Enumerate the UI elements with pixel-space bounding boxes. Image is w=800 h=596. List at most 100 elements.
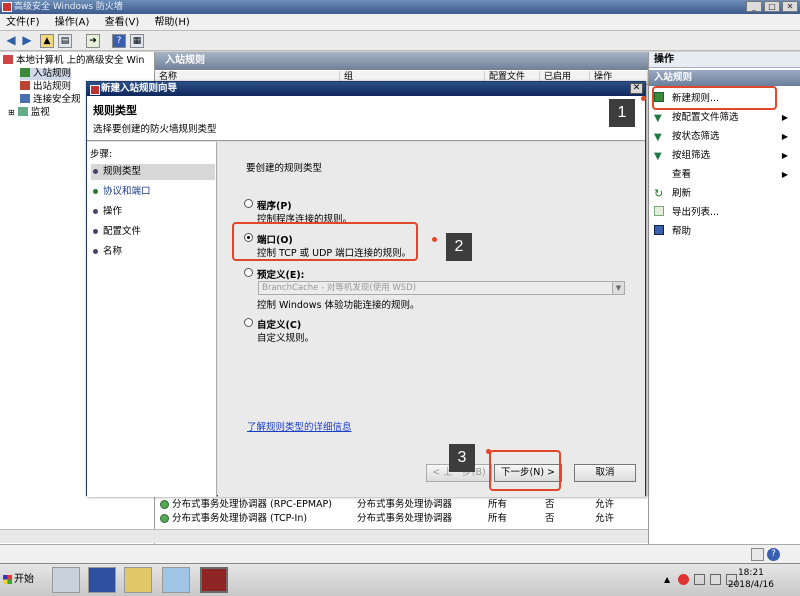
menu-help[interactable]: 帮助(H) [148, 14, 195, 31]
submenu-arrow-icon: ▶ [781, 170, 788, 179]
submenu-arrow-icon: ▶ [781, 132, 788, 141]
tree-item-inbound-rules[interactable]: 入站规则 [20, 68, 72, 80]
actions-pane: 操作 入站规则 新建规则... ▼ 按配置文件筛选 ▶ ▼ 按状态筛选 ▶ ▼ 按组筛选 ▶… [648, 52, 800, 544]
help-icon [654, 225, 664, 235]
chevron-down-icon: ▼ [612, 282, 624, 294]
action-help[interactable]: 帮助 [654, 225, 691, 238]
show-hidden-icons[interactable]: ▲ [664, 575, 670, 584]
wizard-steps-pane: 步骤: 规则类型 协议和端口 操作 配置文件 名称 [87, 142, 217, 497]
tree-root[interactable]: 本地计算机 上的高级安全 Win [3, 55, 144, 67]
list-horizontal-scrollbar[interactable] [155, 529, 648, 543]
help-icon[interactable]: ? [767, 548, 780, 561]
callout-dot [641, 96, 646, 101]
learn-more-link[interactable]: 了解规则类型的详细信息 [247, 419, 352, 433]
step-profile[interactable]: 配置文件 [91, 224, 215, 240]
predefined-radio[interactable] [244, 268, 253, 277]
callout-badge-1: 1 [609, 99, 635, 127]
maximize-button[interactable]: □ [764, 1, 780, 12]
wizard-header: 规则类型 选择要创建的防火墙规则类型 [87, 96, 645, 141]
table-row[interactable]: 分布式事务处理协调器 (RPC-EPMAP) 分布式事务处理协调器 所有 否 允… [155, 498, 648, 511]
callout-box-next-button [489, 450, 561, 491]
notepad-icon[interactable] [162, 567, 190, 593]
callout-badge-2: 2 [446, 233, 472, 261]
menu-file[interactable]: 文件(F) [0, 14, 46, 31]
taskbar: 开始 ▲ 18:21 2018/4/16 [0, 563, 800, 596]
export-icon[interactable]: ➜ [86, 34, 100, 48]
action-view[interactable]: 查看 ▶ [654, 168, 794, 181]
wizard-close-button[interactable]: ✕ [630, 83, 643, 94]
cancel-button[interactable]: 取消 [574, 464, 636, 482]
firewall-task-icon[interactable] [200, 567, 228, 593]
minimize-button[interactable]: _ [746, 1, 762, 12]
status-bar: ? [0, 544, 800, 563]
powershell-icon[interactable] [88, 567, 116, 593]
action-center-icon[interactable] [678, 574, 689, 585]
monitor-icon [17, 107, 28, 116]
help-icon[interactable]: ? [112, 34, 126, 48]
show-hide-tree-icon[interactable]: ▤ [58, 34, 72, 48]
rule-type-question: 要创建的规则类型 [246, 163, 323, 174]
program-radio[interactable] [244, 199, 253, 208]
menu-action[interactable]: 操作(A) [49, 14, 96, 31]
filter-icon: ▼ [654, 113, 662, 124]
wizard-subheading: 选择要创建的防火墙规则类型 [93, 124, 217, 135]
main-window-title-bar: 高级安全 Windows 防火墙 _ □ ✕ [0, 0, 800, 14]
inbound-rules-icon [20, 68, 30, 77]
taskbar-clock[interactable]: 18:21 2018/4/16 [728, 567, 774, 591]
explorer-icon[interactable] [124, 567, 152, 593]
action-refresh[interactable]: ↻ 刷新 [654, 187, 691, 200]
callout-box-port-option [232, 222, 418, 261]
toolbar: ◀ ▶ ▲ ▤ ➜ ? ▦ [0, 31, 800, 51]
filter-icon: ▼ [654, 132, 662, 143]
predefined-select[interactable]: BranchCache - 对等机发现(使用 WSD) ▼ [258, 281, 625, 295]
wizard-title-bar: 新建入站规则向导 ✕ [87, 82, 645, 96]
action-filter-by-profile[interactable]: ▼ 按配置文件筛选 ▶ [654, 111, 794, 124]
network-icon[interactable] [710, 574, 721, 585]
new-inbound-rule-wizard: 新建入站规则向导 ✕ 规则类型 选择要创建的防火墙规则类型 步骤: 规则类型 协… [86, 81, 646, 497]
rule-disabled-icon [160, 514, 169, 523]
action-filter-by-state[interactable]: ▼ 按状态筛选 ▶ [654, 130, 794, 143]
main-window-title: 高级安全 Windows 防火墙 [14, 2, 123, 12]
action-filter-by-group[interactable]: ▼ 按组筛选 ▶ [654, 149, 794, 162]
step-protocol-ports[interactable]: 协议和端口 [91, 184, 215, 200]
step-action[interactable]: 操作 [91, 204, 215, 220]
tree-item-monitoring[interactable]: ⊞ 监视 [8, 107, 50, 119]
tray-toggle-icon[interactable] [751, 548, 764, 561]
actions-section-inbound-rules[interactable]: 入站规则 [649, 70, 800, 86]
refresh-icon: ↻ [654, 187, 664, 200]
submenu-arrow-icon: ▶ [781, 113, 788, 122]
actions-header: 操作 [649, 52, 800, 68]
properties-icon[interactable]: ▦ [130, 34, 144, 48]
option-predefined[interactable]: 预定义(E): BranchCache - 对等机发现(使用 WSD) ▼ 控制… [244, 267, 629, 317]
action-export-list[interactable]: 导出列表... [654, 206, 719, 219]
menu-view[interactable]: 查看(V) [99, 14, 146, 31]
close-button[interactable]: ✕ [782, 1, 798, 12]
wizard-content: 要创建的规则类型 程序(P) 控制程序连接的规则。 端口(O) 控制 TCP 或… [218, 142, 645, 497]
submenu-arrow-icon: ▶ [781, 151, 788, 160]
forward-arrow-icon[interactable]: ▶ [20, 34, 34, 48]
expand-icon[interactable]: ⊞ [8, 108, 15, 117]
callout-badge-3: 3 [449, 444, 475, 472]
step-rule-type[interactable]: 规则类型 [91, 164, 215, 180]
back-arrow-icon[interactable]: ◀ [4, 34, 18, 48]
connection-security-icon [20, 94, 30, 103]
wizard-title: 新建入站规则向导 [101, 83, 178, 94]
callout-box-new-rule [652, 86, 777, 110]
custom-radio[interactable] [244, 318, 253, 327]
firewall-app-icon [2, 2, 12, 12]
up-folder-icon[interactable]: ▲ [40, 34, 54, 48]
start-button[interactable]: 开始 [2, 570, 40, 590]
firewall-icon [3, 55, 13, 64]
table-row[interactable]: 分布式事务处理协调器 (TCP-In) 分布式事务处理协调器 所有 否 允许 [155, 512, 648, 525]
steps-header: 步骤: [90, 149, 113, 160]
tree-horizontal-scrollbar[interactable] [0, 529, 155, 543]
rule-disabled-icon [160, 500, 169, 509]
tree-item-connection-security[interactable]: 连接安全规 [20, 94, 81, 106]
server-manager-icon[interactable] [52, 567, 80, 593]
menu-bar: 文件(F) 操作(A) 查看(V) 帮助(H) [0, 14, 800, 31]
flag-icon[interactable] [694, 574, 705, 585]
rules-pane-header: 入站规则 [155, 52, 648, 70]
outbound-rules-icon [20, 81, 30, 90]
tree-item-outbound-rules[interactable]: 出站规则 [20, 81, 71, 93]
step-name[interactable]: 名称 [91, 244, 215, 260]
